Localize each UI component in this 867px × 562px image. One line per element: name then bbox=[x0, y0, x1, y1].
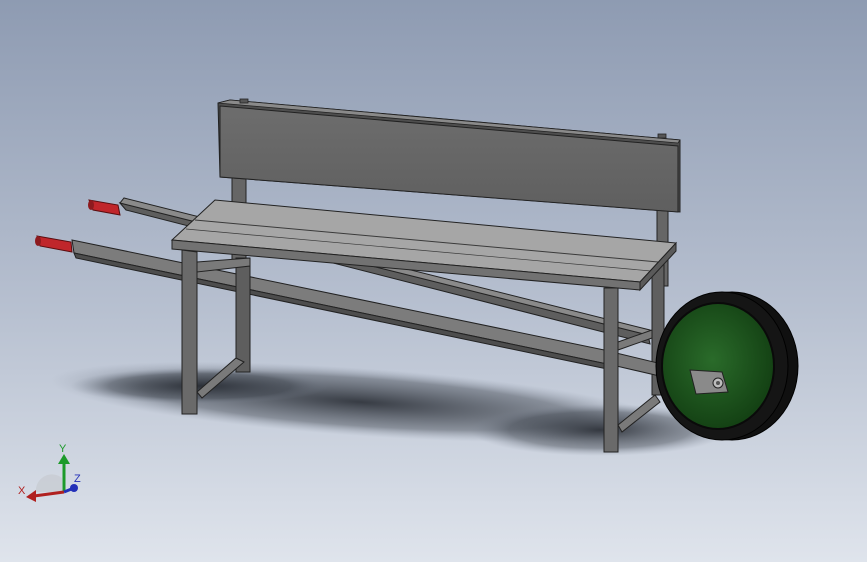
near-handle-grip bbox=[35, 235, 73, 253]
x-axis-label: X bbox=[18, 485, 26, 497]
y-axis-label: Y bbox=[59, 443, 67, 455]
far-handle-grip bbox=[88, 199, 121, 216]
3d-viewport[interactable]: Y X Z bbox=[0, 0, 867, 562]
axis-triad: Y X Z bbox=[18, 443, 81, 502]
wheel bbox=[655, 291, 799, 441]
z-axis-label: Z bbox=[74, 473, 81, 485]
bench-backrest bbox=[217, 98, 681, 213]
x-axis-arrow bbox=[33, 490, 65, 498]
wheelbarrow-bench-model[interactable] bbox=[0, 0, 867, 562]
